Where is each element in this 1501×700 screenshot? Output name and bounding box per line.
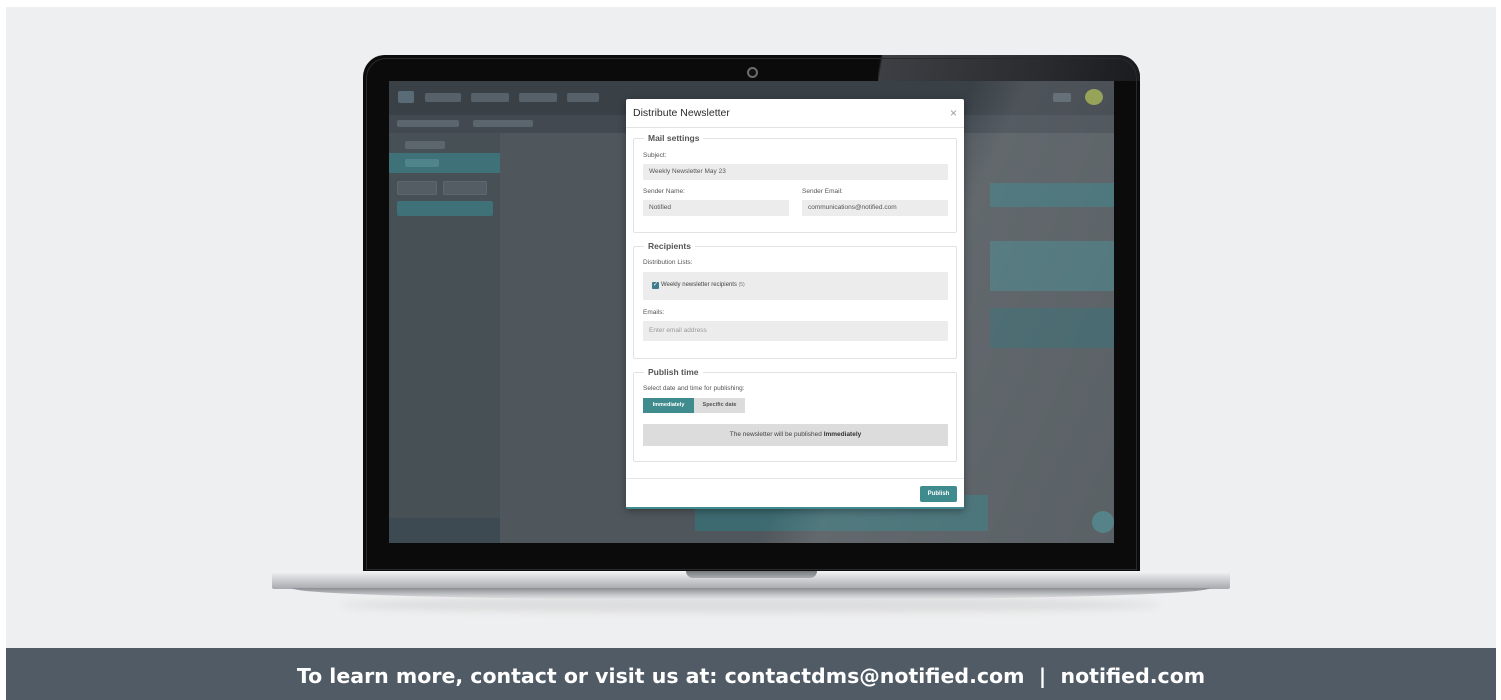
laptop-notch	[686, 571, 817, 578]
sender-email-input[interactable]: communications@notified.com	[802, 200, 948, 216]
content-card	[990, 183, 1114, 207]
footer-contact-text: To learn more, contact or visit us at: c…	[296, 664, 1206, 688]
distribute-newsletter-dialog: Distribute Newsletter × Mail settings Su…	[626, 99, 964, 509]
app-nav-item[interactable]	[567, 93, 599, 102]
sender-name-label: Sender Name:	[643, 188, 685, 195]
recipients-legend: Recipients	[648, 241, 691, 251]
publish-button[interactable]: Publish	[920, 486, 957, 502]
sidebar-primary-button[interactable]	[397, 201, 493, 216]
sidebar-button[interactable]	[397, 181, 437, 195]
dialog-header: Distribute Newsletter ×	[626, 99, 964, 128]
chat-icon[interactable]	[1092, 511, 1114, 533]
sidebar-footer[interactable]	[389, 518, 500, 543]
sender-email-label: Sender Email:	[802, 188, 843, 195]
mail-settings-group: Mail settings	[633, 133, 957, 233]
dialog-title: Distribute Newsletter	[633, 107, 730, 119]
mail-settings-legend: Mail settings	[648, 133, 700, 143]
app-sidebar	[389, 133, 500, 543]
dialog-footer: Publish	[626, 478, 964, 507]
publish-time-legend: Publish time	[648, 367, 699, 377]
publish-info-banner: The newsletter will be published Immedia…	[643, 424, 948, 446]
breadcrumb-item[interactable]	[397, 120, 459, 127]
app-nav-item[interactable]	[471, 93, 509, 102]
breadcrumb-item[interactable]	[473, 120, 533, 127]
sender-name-input[interactable]: Notified	[643, 200, 789, 216]
app-logo[interactable]	[398, 91, 414, 103]
sidebar-item-active[interactable]	[389, 153, 500, 173]
content-card	[990, 241, 1114, 291]
app-user-menu[interactable]	[1053, 93, 1071, 102]
avatar[interactable]	[1085, 89, 1103, 105]
distribution-lists-label: Distribution Lists:	[643, 259, 693, 266]
sidebar-button[interactable]	[443, 181, 487, 195]
list-item-label: Weekly newsletter recipients (5)	[661, 282, 745, 288]
webcam-icon	[747, 67, 758, 78]
immediately-toggle[interactable]: Immediately	[643, 398, 694, 413]
laptop-shadow	[340, 598, 1160, 612]
close-icon[interactable]: ×	[950, 106, 957, 120]
app-nav-item[interactable]	[519, 93, 557, 102]
app-nav-item[interactable]	[425, 93, 461, 102]
content-card	[990, 308, 1114, 348]
specific-date-toggle[interactable]: Specific date	[694, 398, 745, 413]
emails-label: Emails:	[643, 309, 665, 316]
publish-time-group: Publish time	[633, 367, 957, 462]
publish-time-label: Select date and time for publishing:	[643, 385, 745, 392]
footer-band: To learn more, contact or visit us at: c…	[6, 648, 1496, 700]
subject-input[interactable]: Weekly Newsletter May 23	[643, 164, 948, 180]
subject-label: Subject:	[643, 152, 667, 159]
checkbox-weekly-newsletter-recipients[interactable]: ✓	[652, 282, 659, 289]
emails-input[interactable]: Enter email address	[643, 321, 948, 341]
